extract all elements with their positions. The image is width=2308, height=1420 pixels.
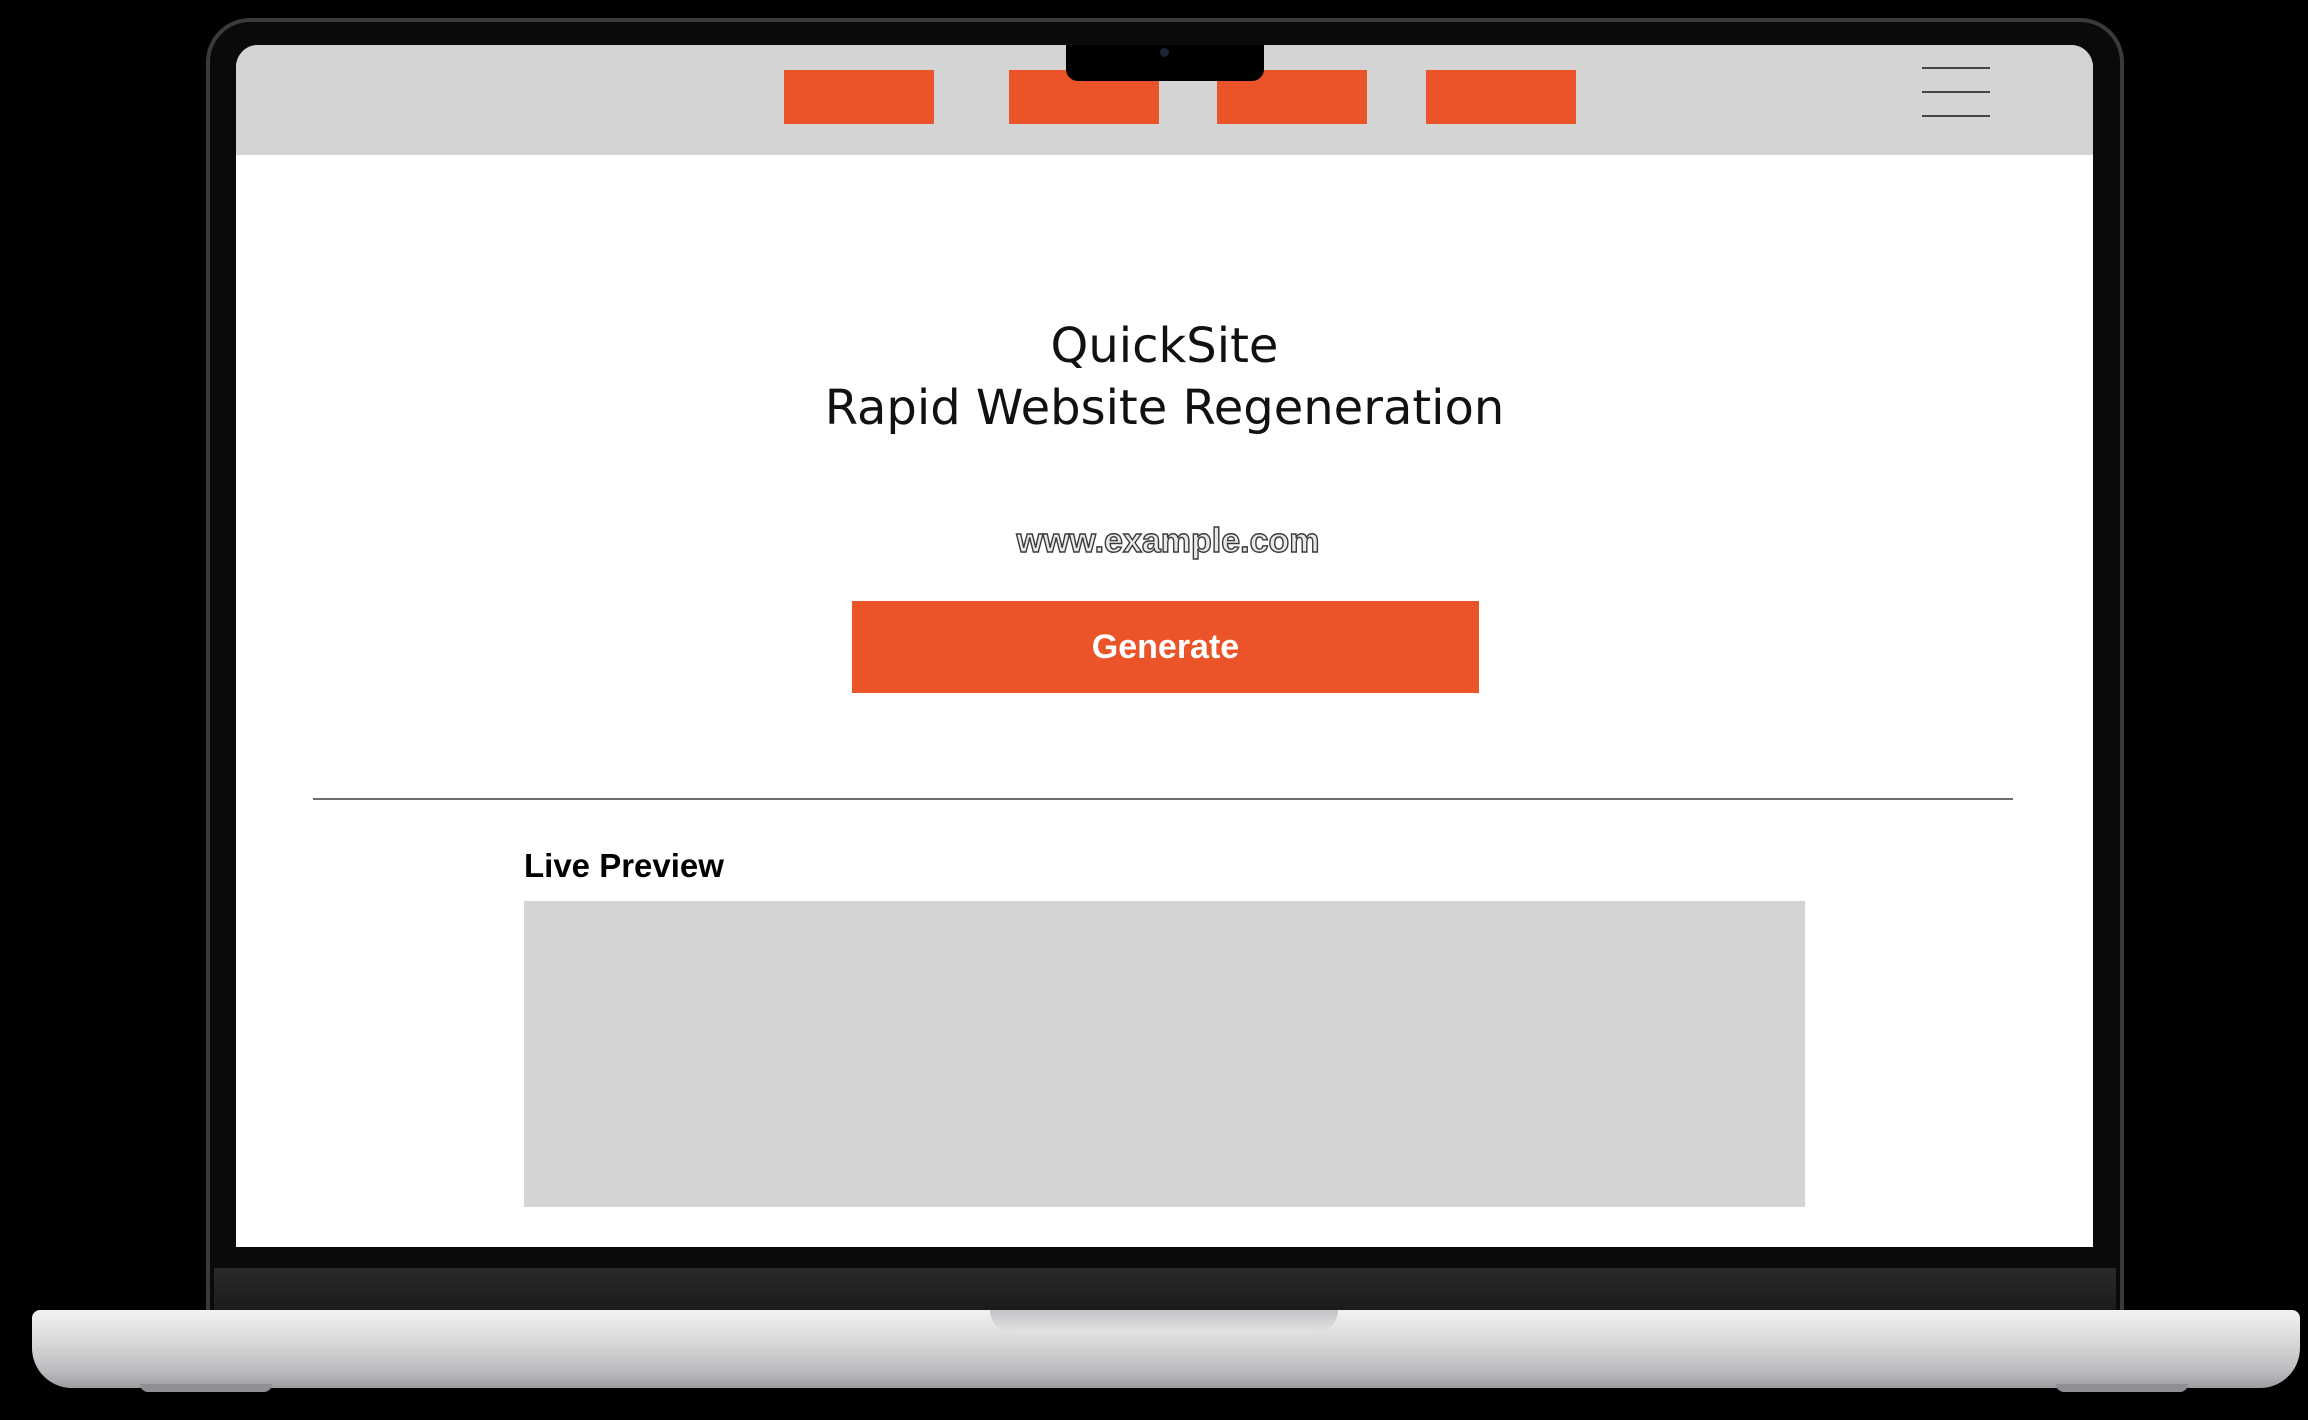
browser-screen: QuickSite Rapid Website Regeneration Gen… [236,45,2093,1247]
nav-item-4[interactable] [1426,70,1576,124]
hamburger-menu-icon[interactable] [1922,67,1990,117]
laptop-bezel-bottom [214,1268,2116,1312]
generate-button[interactable]: Generate [852,601,1479,693]
lid-opening-notch [990,1310,1338,1334]
title-line-tagline: Rapid Website Regeneration [824,380,1505,436]
nav-item-1[interactable] [784,70,934,124]
laptop-mockup: QuickSite Rapid Website Regeneration Gen… [0,0,2308,1420]
title-line-app-name: QuickSite [1050,318,1279,374]
live-preview-heading: Live Preview [524,847,724,884]
laptop-foot-left [140,1384,272,1392]
live-preview-panel [524,901,1805,1207]
laptop-foot-right [2056,1384,2188,1392]
section-divider [313,798,2013,800]
camera-icon [1160,48,1169,57]
page-title: QuickSite Rapid Website Regeneration [236,315,2093,439]
website-url-input[interactable] [936,515,1400,567]
